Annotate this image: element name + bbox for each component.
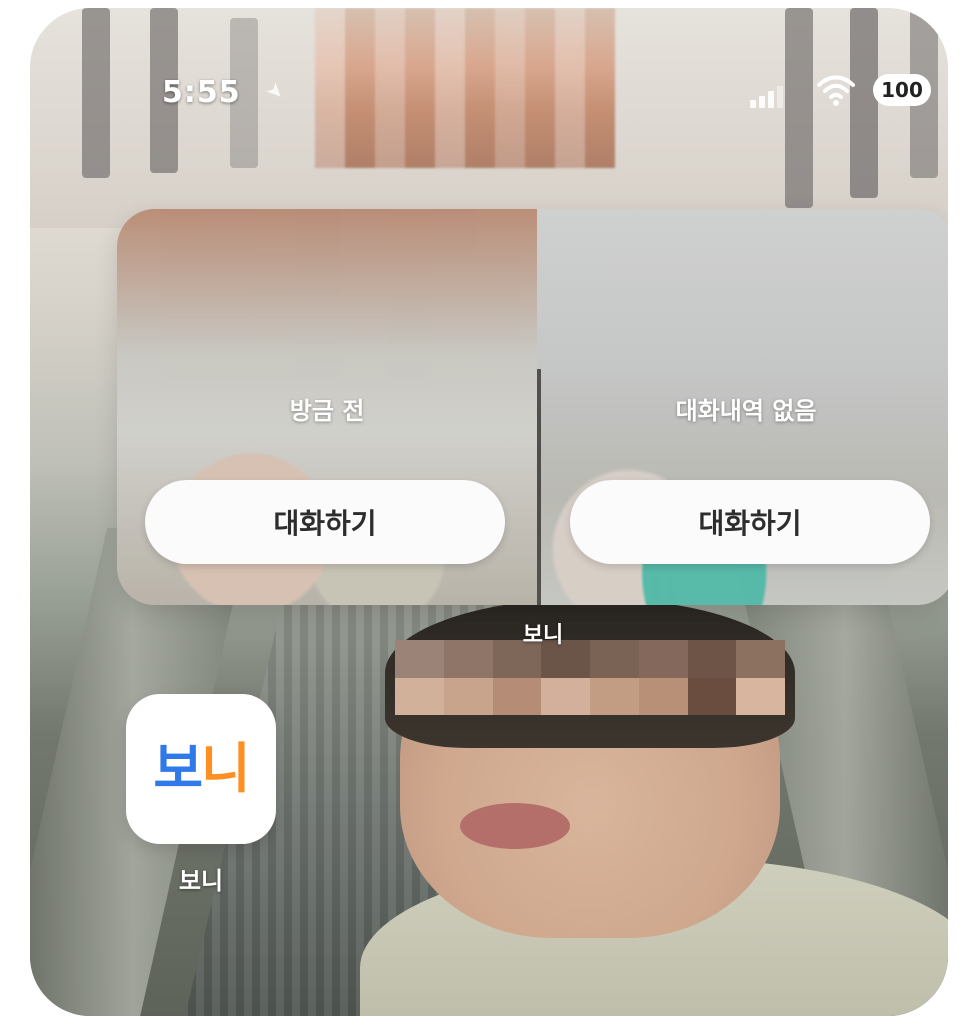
widget-cell-status: 방금 전 (289, 397, 365, 425)
bonie-app-icon[interactable]: 보니 (126, 694, 276, 844)
widget-cell-right: 대화내역 없음 대화하기 (537, 209, 948, 605)
wifi-icon (817, 75, 855, 106)
home-screen: 5:55 ➤ 100 방금 전 대화하기 대화내역 없음 대화하기 보니 보니 … (30, 8, 948, 1016)
bonie-logo-icon: 보니 (153, 737, 250, 800)
bonie-chat-widget[interactable]: 방금 전 대화하기 대화내역 없음 대화하기 (117, 209, 948, 605)
app-label: 보니 (178, 867, 224, 895)
chat-button[interactable]: 대화하기 (570, 480, 930, 564)
widget-cell-status: 대화내역 없음 (675, 397, 817, 425)
location-arrow-icon: ➤ (261, 76, 291, 106)
widget-cell-left: 방금 전 대화하기 (117, 209, 537, 605)
cellular-signal-icon (750, 82, 786, 108)
chat-button[interactable]: 대화하기 (145, 480, 505, 564)
privacy-mosaic-face (395, 640, 785, 715)
status-time: 5:55 (162, 75, 241, 110)
widget-label: 보니 (522, 623, 564, 648)
battery-indicator: 100 (873, 74, 931, 106)
wallpaper-child-mouth (460, 803, 570, 849)
status-bar: 5:55 ➤ 100 (30, 8, 948, 188)
